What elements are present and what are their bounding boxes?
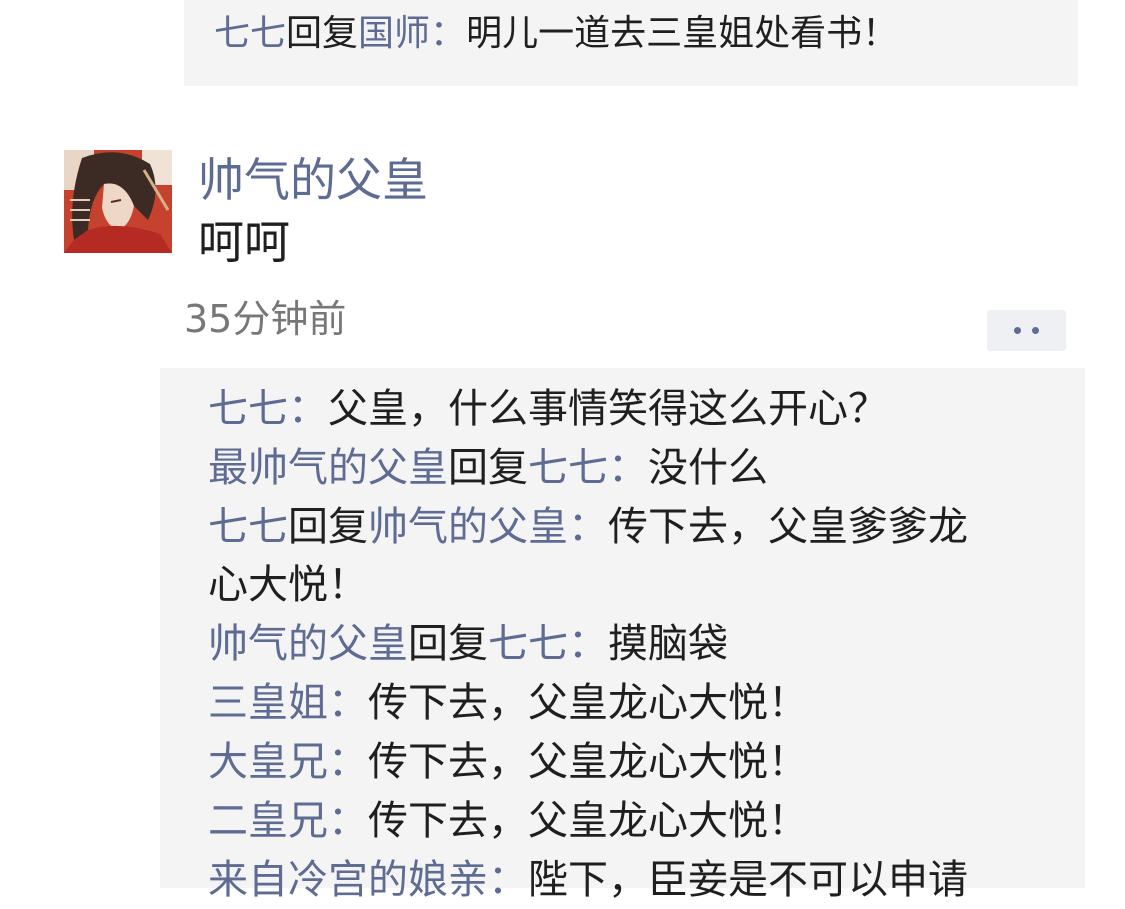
more-actions-button[interactable] xyxy=(987,310,1066,351)
reply-target-link[interactable]: 帅气的父皇 xyxy=(368,504,568,550)
post-author-name[interactable]: 帅气的父皇 xyxy=(198,152,428,208)
comment-item: 最帅气的父皇回复七七：没什么 xyxy=(208,439,768,497)
post-content: 呵呵 xyxy=(198,215,290,269)
reply-word: 回复 xyxy=(408,621,488,667)
comment-separator: ： xyxy=(568,621,608,667)
more-dots-icon xyxy=(1032,327,1039,334)
comment-author-link[interactable]: 来自冷宫的娘亲 xyxy=(208,857,488,903)
comment-author-link[interactable]: 三皇姐 xyxy=(208,680,328,726)
comment-text: 摸脑袋 xyxy=(608,621,728,667)
post-timestamp: 35分钟前 xyxy=(184,297,347,341)
comment-separator: ： xyxy=(328,798,368,844)
comment-item: 七七：父皇，什么事情笑得这么开心？ xyxy=(208,380,888,438)
comment-separator: ： xyxy=(328,739,368,785)
comment-text: 心大悦！ xyxy=(208,562,368,608)
avatar[interactable] xyxy=(64,150,172,253)
comment-text: 陛下，臣妾是不可以申请 xyxy=(528,857,968,903)
comment-item: 来自冷宫的娘亲：陛下，臣妾是不可以申请 xyxy=(208,851,968,909)
more-dots-icon xyxy=(1014,327,1021,334)
comments-section: 七七：父皇，什么事情笑得这么开心？ 最帅气的父皇回复七七：没什么 七七回复帅气的… xyxy=(160,368,1085,903)
comment-text: 传下去，父皇龙心大悦！ xyxy=(368,739,808,785)
comment-separator: ： xyxy=(288,386,328,432)
comment-text: 传下去，父皇爹爹龙 xyxy=(608,504,968,550)
previous-comment-area: 七七回复国师：明儿一道去三皇姐处看书！ xyxy=(184,0,1078,86)
comment-text: 传下去，父皇龙心大悦！ xyxy=(368,798,808,844)
comment-text: 没什么 xyxy=(648,445,768,491)
comment-item: 三皇姐：传下去，父皇龙心大悦！ xyxy=(208,674,808,732)
comment-author-link[interactable]: 最帅气的父皇 xyxy=(208,445,448,491)
reply-target-link[interactable]: 七七 xyxy=(528,445,608,491)
comment-separator: ： xyxy=(568,504,608,550)
reply-word: 回复 xyxy=(288,504,368,550)
comment-separator: ： xyxy=(488,857,528,903)
comment-separator: ： xyxy=(430,13,467,54)
reply-word: 回复 xyxy=(286,13,359,54)
reply-target-link[interactable]: 国师 xyxy=(358,13,430,54)
reply-target-link[interactable]: 七七 xyxy=(488,621,568,667)
comment-author-link[interactable]: 大皇兄 xyxy=(208,739,328,785)
comment-item: 七七回复帅气的父皇：传下去，父皇爹爹龙 xyxy=(208,498,968,556)
comment-item: 大皇兄：传下去，父皇龙心大悦！ xyxy=(208,733,808,791)
avatar-image xyxy=(64,150,172,253)
comment-separator: ： xyxy=(608,445,648,491)
comment-text: 父皇，什么事情笑得这么开心？ xyxy=(328,386,888,432)
comment-author-link[interactable]: 七七 xyxy=(208,504,288,550)
comment-item: 帅气的父皇回复七七：摸脑袋 xyxy=(208,615,728,673)
comment-author-link[interactable]: 二皇兄 xyxy=(208,798,328,844)
previous-comment: 七七回复国师：明儿一道去三皇姐处看书！ xyxy=(214,12,898,56)
comment-text: 明儿一道去三皇姐处看书！ xyxy=(466,13,899,54)
comment-author-link[interactable]: 七七 xyxy=(208,386,288,432)
comment-separator: ： xyxy=(328,680,368,726)
reply-word: 回复 xyxy=(448,445,528,491)
comment-text: 传下去，父皇龙心大悦！ xyxy=(368,680,808,726)
comment-item-continued: 心大悦！ xyxy=(208,556,368,614)
comment-author-link[interactable]: 帅气的父皇 xyxy=(208,621,408,667)
comment-item: 二皇兄：传下去，父皇龙心大悦！ xyxy=(208,792,808,850)
comment-author-link[interactable]: 七七 xyxy=(214,13,286,54)
